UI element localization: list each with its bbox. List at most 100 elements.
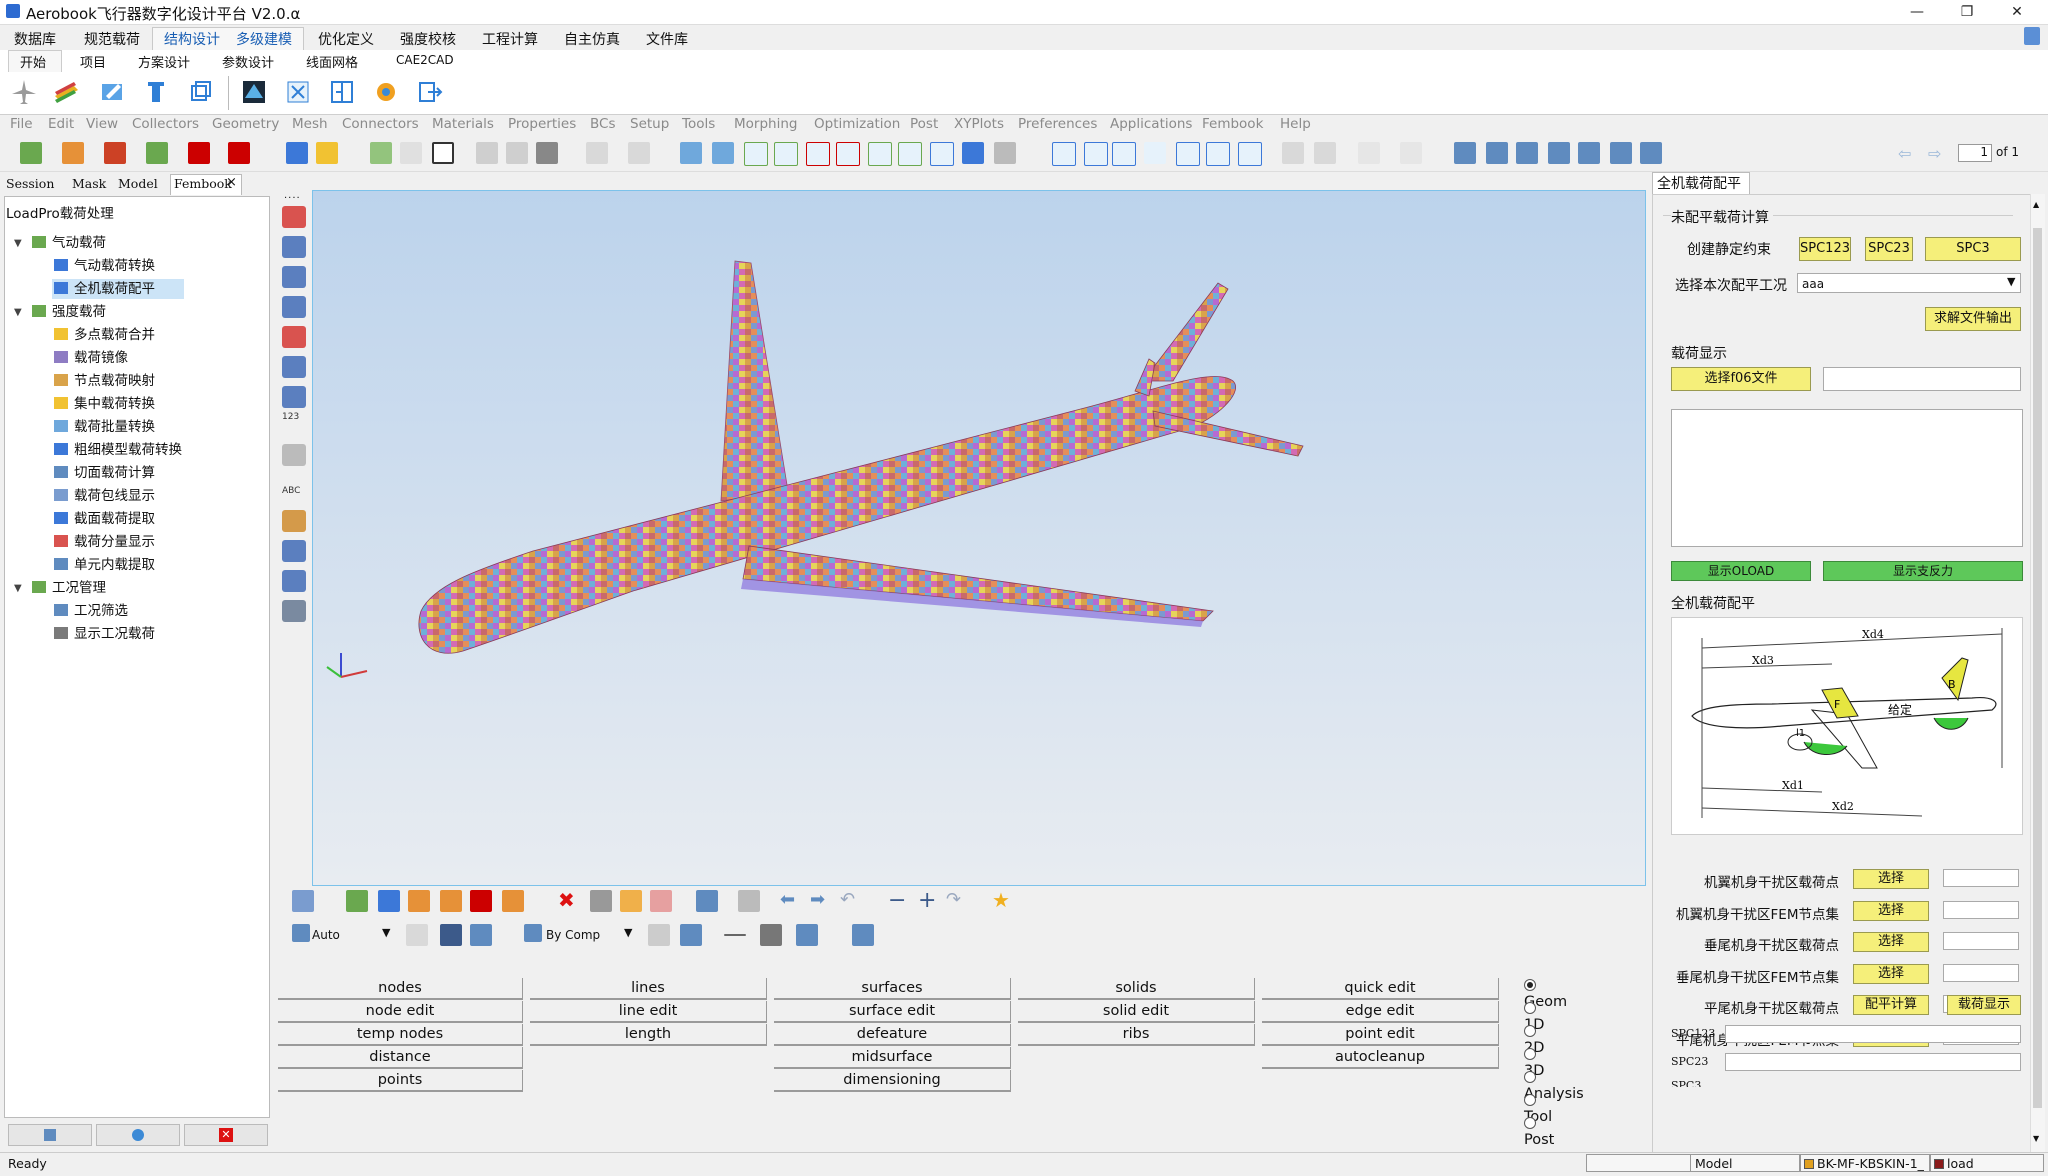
hm-menu-preferences[interactable]: Preferences: [1018, 116, 1097, 132]
auto-dropdown-icon[interactable]: ▼: [382, 926, 390, 939]
menu-strength-check[interactable]: 强度校核: [400, 29, 456, 49]
exit-icon[interactable]: [416, 78, 444, 106]
import-icon[interactable]: [146, 142, 168, 164]
elem-cube-icon[interactable]: [680, 924, 702, 946]
hm-menu-morphing[interactable]: Morphing: [734, 116, 797, 132]
panel-button-dimensioning[interactable]: dimensioning: [774, 1070, 1011, 1092]
elem-shade-icon[interactable]: [648, 924, 670, 946]
tree-group[interactable]: 气动载荷: [32, 232, 106, 254]
panel-button-edge-edit[interactable]: edge edit: [1262, 1001, 1499, 1023]
aircraft-icon[interactable]: [10, 78, 38, 106]
find-icon[interactable]: [470, 890, 492, 912]
spc123-button[interactable]: SPC123: [1799, 237, 1851, 261]
tab-mesh[interactable]: 线面网格: [306, 52, 358, 71]
tree-item[interactable]: 单元内载提取: [54, 554, 155, 576]
scroll-up-icon[interactable]: ▲: [2033, 200, 2039, 209]
by-comp-select[interactable]: By Comp: [546, 928, 600, 942]
show-all-icon[interactable]: [346, 890, 368, 912]
panel-button-lines[interactable]: lines: [530, 978, 767, 1000]
layout-7-icon[interactable]: [1640, 142, 1662, 164]
tab-start[interactable]: 开始: [20, 52, 46, 71]
vtool-123-label[interactable]: 123: [282, 412, 299, 422]
frame-icon[interactable]: [328, 78, 356, 106]
panel-button-quick-edit[interactable]: quick edit: [1262, 978, 1499, 1000]
tree-item[interactable]: 截面载荷提取: [54, 508, 155, 530]
vtool-grid-icon[interactable]: [282, 236, 306, 258]
expand-icon[interactable]: [284, 78, 312, 106]
spc3-button[interactable]: SPC3: [1925, 237, 2021, 261]
mesh-view-icon[interactable]: [240, 78, 268, 106]
axis-yx-icon[interactable]: [774, 142, 798, 166]
panel-button-ribs[interactable]: ribs: [1018, 1024, 1255, 1046]
tab-scheme-design[interactable]: 方案设计: [138, 52, 190, 71]
tab-fembook[interactable]: Fembook: [174, 176, 232, 191]
menu-structure-design[interactable]: 结构设计: [164, 29, 220, 49]
prev-page-icon[interactable]: ⇦: [1898, 144, 1911, 163]
pick-value-field[interactable]: [1943, 869, 2019, 887]
auto-select[interactable]: Auto: [312, 928, 340, 942]
tree-item[interactable]: 气动载荷转换: [54, 255, 155, 277]
menu-database[interactable]: 数据库: [14, 29, 56, 49]
tab-model[interactable]: Model: [118, 176, 158, 191]
plan-icon[interactable]: [620, 890, 642, 912]
vtool-note-icon[interactable]: [282, 510, 306, 532]
arrow-right-icon[interactable]: ➡: [810, 889, 825, 910]
iso-view-icon[interactable]: [930, 142, 954, 166]
box-icon[interactable]: [186, 78, 214, 106]
user-icon[interactable]: [286, 142, 308, 164]
pick-value-field[interactable]: [1943, 963, 2019, 982]
select-case-dropdown[interactable]: aaa: [1797, 273, 2021, 293]
blank-page-icon[interactable]: [400, 142, 422, 164]
clipboard-icon[interactable]: [1400, 142, 1422, 164]
shade-icon[interactable]: [440, 924, 462, 946]
vtool-weight-icon[interactable]: [282, 600, 306, 622]
layers-icon[interactable]: [52, 78, 80, 106]
tree-item[interactable]: 工况筛选: [54, 600, 128, 622]
by-comp-icon[interactable]: [524, 924, 542, 942]
close-window-button[interactable]: ✕: [1994, 0, 2040, 24]
panel-button-surfaces[interactable]: surfaces: [774, 978, 1011, 1000]
pick-select-button[interactable]: 选择: [1853, 869, 1929, 889]
menu-spec-loads[interactable]: 规范载荷: [84, 29, 140, 49]
panel-button-solid-edit[interactable]: solid edit: [1018, 1001, 1255, 1023]
hm-menu-mesh[interactable]: Mesh: [292, 116, 328, 132]
layout-5-icon[interactable]: [1578, 142, 1600, 164]
hm-menu-setup[interactable]: Setup: [630, 116, 669, 132]
view-cube-icon[interactable]: [962, 142, 984, 164]
auto-display-icon[interactable]: [292, 924, 310, 942]
hm-menu-materials[interactable]: Materials: [432, 116, 494, 132]
spc123-field[interactable]: [1725, 1025, 2021, 1043]
reverse-icon[interactable]: [440, 890, 462, 912]
tree-group[interactable]: 工况管理: [32, 577, 106, 599]
tab-project[interactable]: 项目: [80, 52, 106, 71]
vtool-mesh-icon[interactable]: [282, 266, 306, 288]
panel-button-autocleanup[interactable]: autocleanup: [1262, 1047, 1499, 1069]
minimize-button[interactable]: —: [1894, 0, 1940, 24]
copy-icon[interactable]: [1314, 142, 1336, 164]
mask-icon[interactable]: [502, 890, 524, 912]
tab-param-design[interactable]: 参数设计: [222, 52, 274, 71]
cut-icon[interactable]: [1282, 142, 1304, 164]
tab-close-icon[interactable]: ×: [226, 175, 237, 190]
layout-4-icon[interactable]: [1548, 142, 1570, 164]
hm-menu-tools[interactable]: Tools: [682, 116, 715, 132]
panel-button-distance[interactable]: distance: [278, 1047, 523, 1069]
plus-icon[interactable]: +: [918, 888, 936, 913]
menu-file-library[interactable]: 文件库: [646, 29, 688, 49]
next-page-icon[interactable]: ⇨: [1928, 144, 1941, 163]
hm-menu-applications[interactable]: Applications: [1110, 116, 1192, 132]
tree-expander-icon[interactable]: ▼: [14, 583, 22, 594]
center-icon[interactable]: [1112, 142, 1136, 166]
vtool-load-icon[interactable]: [282, 206, 306, 228]
layout-1-icon[interactable]: [1454, 142, 1476, 164]
vtool-link-icon[interactable]: [282, 386, 306, 408]
show-oload-button[interactable]: 显示OLOAD: [1671, 561, 1811, 581]
pick-select-button[interactable]: 选择: [1853, 932, 1929, 952]
table-icon[interactable]: [506, 142, 528, 164]
select-case-chevron-icon[interactable]: ▼: [2007, 275, 2015, 288]
fit-icon[interactable]: [1052, 142, 1076, 166]
hm-menu-edit[interactable]: Edit: [48, 116, 74, 132]
redo-view-icon[interactable]: ↷: [946, 889, 961, 910]
vtool-abc-label[interactable]: ABC: [282, 486, 300, 496]
hm-menu-view[interactable]: View: [86, 116, 118, 132]
